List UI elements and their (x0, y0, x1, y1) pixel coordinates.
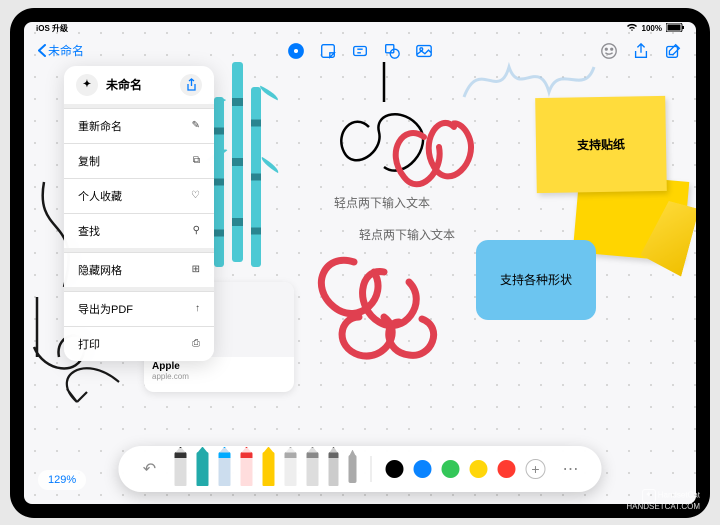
grid-icon: ⊞ (192, 264, 200, 275)
tablet-frame: 支持贴纸 支持各种形状 轻点两下输入文本 轻点两下输入文本 Apple appl… (10, 8, 710, 518)
sticky-text: 支持贴纸 (577, 135, 625, 153)
context-menu: ✦ 未命名 重新命名✎ 复制⧉ 个人收藏♡ 查找⚲ 隐藏网格⊞ 导出为PDF↑ … (64, 66, 214, 361)
back-label: 未命名 (48, 42, 84, 59)
battery-text: 100% (642, 24, 662, 33)
link-url: apple.com (152, 372, 286, 381)
search-icon: ⚲ (193, 225, 200, 236)
red-scribble (304, 247, 484, 377)
board-avatar-icon: ✦ (76, 74, 98, 96)
lasso-tool[interactable] (329, 452, 339, 486)
copy-icon: ⧉ (193, 155, 200, 166)
watermark: ✦ HandsetCat HANDSETCAT.COM (626, 489, 700, 512)
battery-icon (666, 23, 684, 34)
pencil-tool-tray[interactable]: ↶ + ⋯ (119, 446, 602, 492)
menu-item-favorite[interactable]: 个人收藏♡ (64, 178, 214, 213)
bamboo-drawing (214, 62, 274, 262)
zoom-indicator[interactable]: 129% (38, 470, 86, 490)
color-picker-button[interactable]: + (526, 459, 546, 479)
color-red[interactable] (498, 460, 516, 478)
rounded-shape[interactable]: 支持各种形状 (476, 240, 596, 320)
text-tool-icon[interactable] (351, 42, 369, 60)
menu-item-print[interactable]: 打印⎙ (64, 326, 214, 361)
pen-tool-icon[interactable] (287, 42, 305, 60)
color-blue[interactable] (414, 460, 432, 478)
color-black[interactable] (386, 460, 404, 478)
menu-item-hide-grid[interactable]: 隐藏网格⊞ (64, 252, 214, 287)
link-title: Apple (152, 361, 286, 372)
heart-icon: ♡ (191, 190, 200, 201)
pen-tool-3[interactable] (219, 452, 231, 486)
wifi-icon (626, 23, 638, 34)
status-left-text: iOS 升级 (36, 23, 68, 34)
sticky-tool-icon[interactable] (319, 42, 337, 60)
media-tool-icon[interactable] (415, 42, 433, 60)
sticky-note-front[interactable]: 支持贴纸 (535, 95, 667, 192)
eraser-tool[interactable] (307, 452, 319, 486)
menu-item-rename[interactable]: 重新命名✎ (64, 108, 214, 143)
pencil-icon: ✎ (192, 120, 200, 131)
undo-button[interactable]: ↶ (135, 454, 165, 484)
watermark-logo-icon: ✦ (642, 489, 656, 503)
pen-tool-1[interactable] (175, 452, 187, 486)
more-button[interactable]: ⋯ (556, 454, 586, 484)
pen-tool-6[interactable] (285, 452, 297, 486)
menu-item-duplicate[interactable]: 复制⧉ (64, 143, 214, 178)
share-icon[interactable] (632, 42, 650, 60)
print-icon: ⎙ (192, 338, 200, 349)
toolbar-center-tools (287, 42, 433, 60)
context-menu-header: ✦ 未命名 (64, 66, 214, 104)
text-box-2[interactable]: 轻点两下输入文本 (359, 226, 455, 243)
text-box-1[interactable]: 轻点两下输入文本 (334, 194, 430, 211)
context-menu-title: 未命名 (106, 76, 142, 93)
pen-tool-2[interactable] (197, 452, 209, 486)
app-toolbar: 未命名 (24, 38, 696, 64)
export-icon: ↑ (195, 303, 200, 314)
shape-text: 支持各种形状 (500, 271, 572, 288)
menu-item-export-pdf[interactable]: 导出为PDF↑ (64, 291, 214, 326)
context-share-button[interactable] (180, 74, 202, 96)
shape-tool-icon[interactable] (383, 42, 401, 60)
color-yellow[interactable] (470, 460, 488, 478)
back-button[interactable]: 未命名 (38, 42, 84, 59)
status-bar: iOS 升级 100% (24, 22, 696, 36)
tray-divider (371, 456, 372, 482)
pen-tool-5[interactable] (263, 452, 275, 486)
menu-item-find[interactable]: 查找⚲ (64, 213, 214, 248)
pen-tool-4[interactable] (241, 452, 253, 486)
emoji-icon[interactable] (600, 42, 618, 60)
color-green[interactable] (442, 460, 460, 478)
screen: 支持贴纸 支持各种形状 轻点两下输入文本 轻点两下输入文本 Apple appl… (24, 22, 696, 504)
ruler-tool[interactable] (349, 455, 357, 483)
compose-icon[interactable] (664, 42, 682, 60)
